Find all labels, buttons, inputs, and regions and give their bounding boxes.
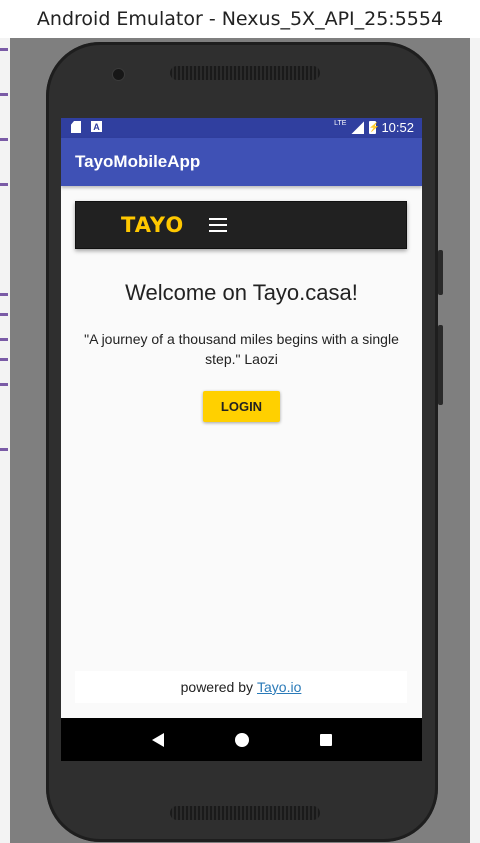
device-screen: A LTE 10:52 TayoMobileApp TAYO Welcome o…	[61, 118, 422, 761]
welcome-heading: Welcome on Tayo.casa!	[125, 280, 358, 305]
volume-button[interactable]	[438, 325, 443, 405]
status-bar: A LTE 10:52	[61, 118, 422, 138]
tayo-io-link[interactable]: Tayo.io	[257, 679, 301, 695]
recent-apps-icon[interactable]	[319, 733, 332, 746]
battery-charging-icon	[368, 121, 380, 134]
notification-a-icon: A	[91, 121, 102, 132]
status-clock: 10:52	[381, 120, 414, 135]
quote-text: "A journey of a thousand miles begins wi…	[84, 331, 399, 367]
login-button[interactable]: LOGIN	[203, 391, 280, 422]
footer-prefix: powered by	[180, 679, 254, 695]
app-title: TayoMobileApp	[75, 152, 201, 171]
signal-icon	[351, 121, 365, 134]
lte-label: LTE	[334, 120, 347, 127]
hamburger-menu-icon[interactable]	[209, 218, 227, 232]
tayo-logo[interactable]: TAYO	[121, 213, 184, 237]
footer: powered by Tayo.io	[75, 671, 407, 703]
site-navbar: TAYO	[75, 201, 407, 249]
home-icon[interactable]	[234, 732, 249, 747]
system-navigation-bar	[61, 718, 422, 761]
bottom-speaker	[170, 806, 320, 820]
front-camera	[112, 68, 125, 81]
power-button[interactable]	[438, 250, 443, 295]
window-title: Android Emulator - Nexus_5X_API_25:5554	[0, 0, 480, 38]
right-window-edge	[470, 38, 480, 843]
sd-card-icon	[71, 121, 81, 133]
app-bar: TayoMobileApp	[61, 138, 422, 186]
top-speaker	[170, 66, 320, 80]
back-icon[interactable]	[151, 732, 164, 747]
